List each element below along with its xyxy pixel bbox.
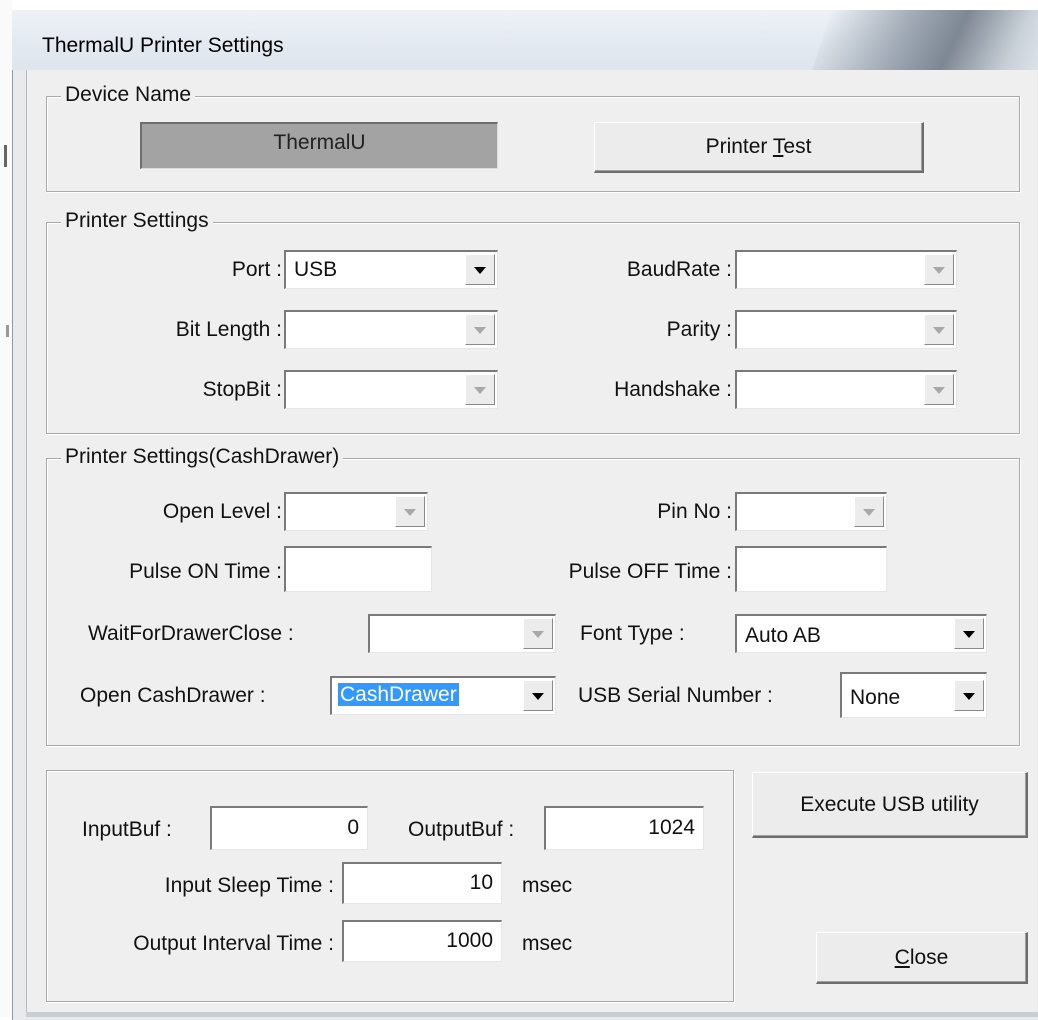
pulse-on-time-label: Pulse ON Time :	[129, 560, 282, 583]
port-select[interactable]: USB	[284, 250, 498, 289]
chevron-down-icon	[532, 631, 544, 638]
chevron-down-icon	[963, 631, 975, 638]
window-title: ThermalU Printer Settings	[42, 34, 284, 57]
outputbuf-value: 1024	[648, 816, 695, 839]
input-sleep-time-value: 10	[469, 871, 493, 894]
printer-test-accelerator: T	[772, 135, 784, 158]
inputbuf-value: 0	[347, 816, 359, 839]
pin-no-select[interactable]	[735, 492, 887, 531]
chevron-down-icon	[863, 509, 875, 516]
bit-length-dropdown-button[interactable]	[465, 314, 495, 345]
pin-no-dropdown-button[interactable]	[854, 496, 884, 527]
pulse-off-time-label: Pulse OFF Time :	[568, 560, 732, 583]
pulse-on-time-input[interactable]	[284, 546, 432, 592]
output-interval-time-unit: msec	[522, 932, 573, 955]
printer-test-button[interactable]: Printer Test	[594, 122, 924, 173]
desktop-edge-mark	[4, 145, 7, 167]
stopbit-dropdown-button[interactable]	[465, 374, 495, 405]
usb-serial-number-select[interactable]: None	[840, 672, 987, 718]
stopbit-select[interactable]	[284, 370, 498, 409]
cashdrawer-settings-legend: Printer Settings(CashDrawer)	[61, 445, 344, 469]
output-interval-time-input[interactable]: 1000	[342, 920, 502, 962]
pin-no-label: Pin No :	[657, 500, 732, 523]
font-type-dropdown-button[interactable]	[954, 618, 984, 649]
baudrate-label: BaudRate :	[626, 258, 732, 281]
title-bar[interactable]: ThermalU Printer Settings	[12, 10, 1038, 70]
font-type-label: Font Type :	[580, 622, 685, 645]
title-bar-gloss	[809, 10, 1038, 70]
output-interval-time-value: 1000	[446, 929, 493, 952]
bit-length-label: Bit Length :	[175, 318, 282, 341]
font-type-value: Auto AB	[745, 624, 821, 647]
parity-select[interactable]	[735, 310, 957, 349]
usb-serial-number-value: None	[850, 686, 901, 709]
printer-settings-legend: Printer Settings	[61, 209, 213, 233]
wait-drawer-close-label: WaitForDrawerClose :	[88, 622, 294, 645]
parity-dropdown-button[interactable]	[924, 314, 954, 345]
chevron-down-icon	[933, 327, 945, 334]
printer-test-label: Printer	[705, 135, 773, 158]
desktop-edge-mark	[6, 325, 9, 337]
input-sleep-time-label: Input Sleep Time :	[164, 874, 334, 897]
device-name-display: ThermalU	[140, 122, 498, 169]
usb-serial-number-label: USB Serial Number :	[578, 684, 773, 707]
outputbuf-input[interactable]: 1024	[544, 806, 704, 850]
bit-length-select[interactable]	[284, 310, 498, 349]
open-cashdrawer-dropdown-button[interactable]	[523, 680, 553, 711]
chevron-down-icon	[474, 387, 486, 394]
input-sleep-time-unit: msec	[522, 874, 573, 897]
port-value: USB	[294, 258, 338, 281]
handshake-label: Handshake :	[614, 378, 732, 401]
stopbit-label: StopBit :	[202, 378, 282, 401]
open-cashdrawer-value: CashDrawer	[338, 683, 459, 706]
close-label: lose	[909, 946, 949, 969]
wait-drawer-close-select[interactable]	[368, 614, 556, 653]
outputbuf-label: OutputBuf :	[408, 818, 515, 841]
parity-label: Parity :	[666, 318, 732, 341]
open-cashdrawer-label: Open CashDrawer :	[80, 684, 266, 707]
port-dropdown-button[interactable]	[465, 254, 495, 285]
open-level-select[interactable]	[284, 492, 428, 531]
usb-serial-number-dropdown-button[interactable]	[954, 680, 984, 711]
open-level-dropdown-button[interactable]	[395, 496, 425, 527]
chevron-down-icon	[474, 267, 486, 274]
font-type-select[interactable]: Auto AB	[735, 614, 987, 653]
handshake-dropdown-button[interactable]	[924, 374, 954, 405]
chevron-down-icon	[474, 327, 486, 334]
chevron-down-icon	[404, 509, 416, 516]
window-bottom-edge	[26, 1012, 1038, 1017]
device-name-legend: Device Name	[61, 83, 196, 107]
inputbuf-label: InputBuf :	[82, 818, 172, 841]
chevron-down-icon	[963, 693, 975, 700]
port-label: Port :	[231, 258, 282, 281]
pulse-off-time-input[interactable]	[735, 546, 887, 592]
input-sleep-time-input[interactable]: 10	[342, 862, 502, 904]
printer-test-label-rest: est	[783, 135, 812, 158]
handshake-select[interactable]	[735, 370, 957, 409]
chevron-down-icon	[933, 267, 945, 274]
baudrate-dropdown-button[interactable]	[924, 254, 954, 285]
chevron-down-icon	[933, 387, 945, 394]
output-interval-time-label: Output Interval Time :	[133, 932, 334, 955]
open-cashdrawer-select[interactable]: CashDrawer	[330, 676, 556, 715]
baudrate-select[interactable]	[735, 250, 957, 289]
execute-usb-utility-button[interactable]: Execute USB utility	[752, 772, 1028, 838]
open-level-label: Open Level :	[162, 500, 282, 523]
wait-drawer-close-dropdown-button[interactable]	[523, 618, 553, 649]
close-accelerator: C	[894, 946, 910, 969]
inputbuf-input[interactable]: 0	[210, 806, 368, 850]
close-button[interactable]: Close	[816, 932, 1028, 984]
chevron-down-icon	[532, 693, 544, 700]
